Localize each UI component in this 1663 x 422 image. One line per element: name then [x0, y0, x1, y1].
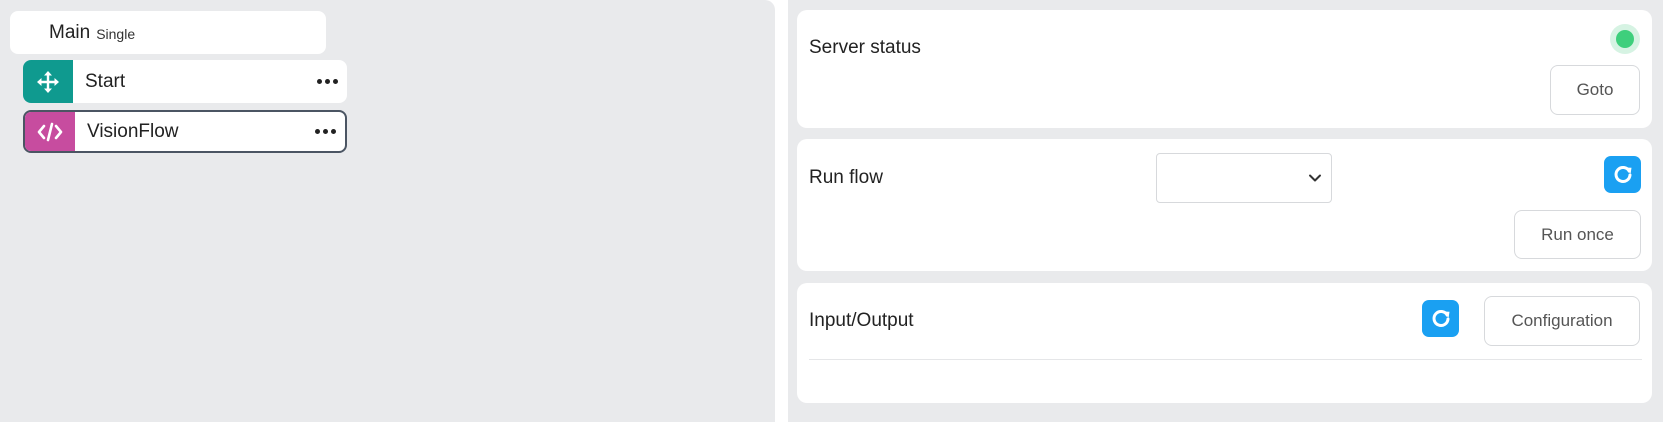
- move-arrows-icon: [23, 60, 73, 103]
- status-dot-icon: [1616, 30, 1634, 48]
- node-menu-button[interactable]: [307, 60, 347, 103]
- configuration-button[interactable]: Configuration: [1484, 296, 1640, 346]
- refresh-icon[interactable]: [1604, 156, 1641, 193]
- input-output-card: Input/Output Configuration: [797, 283, 1652, 403]
- divider: [809, 359, 1642, 360]
- node-label: Start: [85, 70, 126, 92]
- server-status-card: Server status Goto: [797, 10, 1652, 128]
- status-indicator: [1610, 24, 1640, 54]
- flow-title: Main: [49, 21, 91, 43]
- run-flow-card: Run flow Run once: [797, 139, 1652, 271]
- flow-mode: Single: [96, 26, 136, 42]
- run-once-button[interactable]: Run once: [1514, 210, 1641, 259]
- flow-select[interactable]: [1156, 153, 1332, 203]
- run-flow-title: Run flow: [809, 167, 883, 188]
- flow-header[interactable]: Main Single: [10, 11, 326, 54]
- input-output-title: Input/Output: [809, 310, 914, 331]
- node-visionflow[interactable]: VisionFlow: [23, 110, 347, 153]
- goto-button[interactable]: Goto: [1550, 65, 1640, 115]
- node-menu-button[interactable]: [305, 112, 345, 151]
- code-icon: [25, 112, 75, 151]
- node-label: VisionFlow: [87, 120, 179, 142]
- chevron-down-icon: [1309, 174, 1321, 182]
- refresh-icon[interactable]: [1422, 300, 1459, 337]
- node-start[interactable]: Start: [23, 60, 347, 103]
- server-status-title: Server status: [809, 37, 921, 58]
